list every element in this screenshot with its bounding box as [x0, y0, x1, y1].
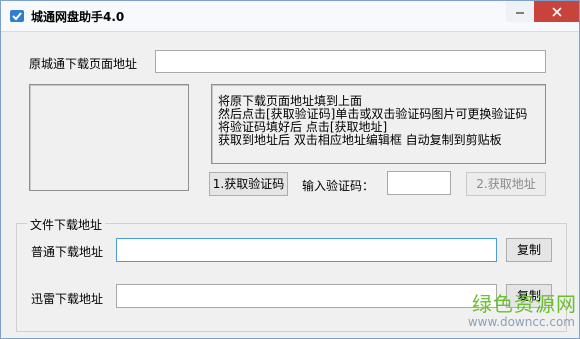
help-panel: 将原下载页面地址填到上面 然后点击[获取验证码]单击或双击验证码图片可更换验证码… [211, 84, 546, 164]
get-address-button[interactable]: 2.获取地址 [466, 172, 546, 196]
normal-download-input[interactable] [116, 238, 497, 262]
thunder-download-input[interactable] [116, 284, 497, 308]
minimize-icon [516, 11, 524, 14]
captcha-input[interactable] [387, 171, 451, 195]
captcha-input-label: 输入验证码： [302, 179, 375, 193]
title-bar[interactable]: 城通网盘助手4.0 [1, 1, 579, 32]
page-url-label: 原城通下载页面地址 [29, 57, 138, 71]
close-icon [551, 6, 562, 17]
captcha-image[interactable] [29, 84, 189, 191]
page-url-input[interactable] [155, 50, 546, 73]
help-line: 获取到地址后 双击相应地址编辑框 自动复制到剪贴板 [218, 133, 502, 147]
app-icon [9, 8, 25, 24]
minimize-button[interactable] [506, 1, 534, 22]
watermark: 绿色资源网 www.downcc.com [441, 288, 577, 332]
normal-download-label: 普通下载地址 [31, 245, 104, 259]
copy-normal-button[interactable]: 复制 [506, 238, 552, 262]
window-title: 城通网盘助手4.0 [31, 10, 125, 24]
watermark-url: www.downcc.com [467, 315, 575, 329]
thunder-download-label: 迅雷下载地址 [31, 292, 104, 306]
get-captcha-button[interactable]: 1.获取验证码 [209, 172, 288, 196]
download-group-title: 文件下载地址 [27, 216, 106, 233]
app-window: 城通网盘助手4.0 原城通下载页面地址 将原下载页面地址填到上面 然后点击[获取… [0, 0, 580, 339]
watermark-text: 绿色资源网 [472, 292, 577, 316]
close-button[interactable] [534, 1, 579, 22]
